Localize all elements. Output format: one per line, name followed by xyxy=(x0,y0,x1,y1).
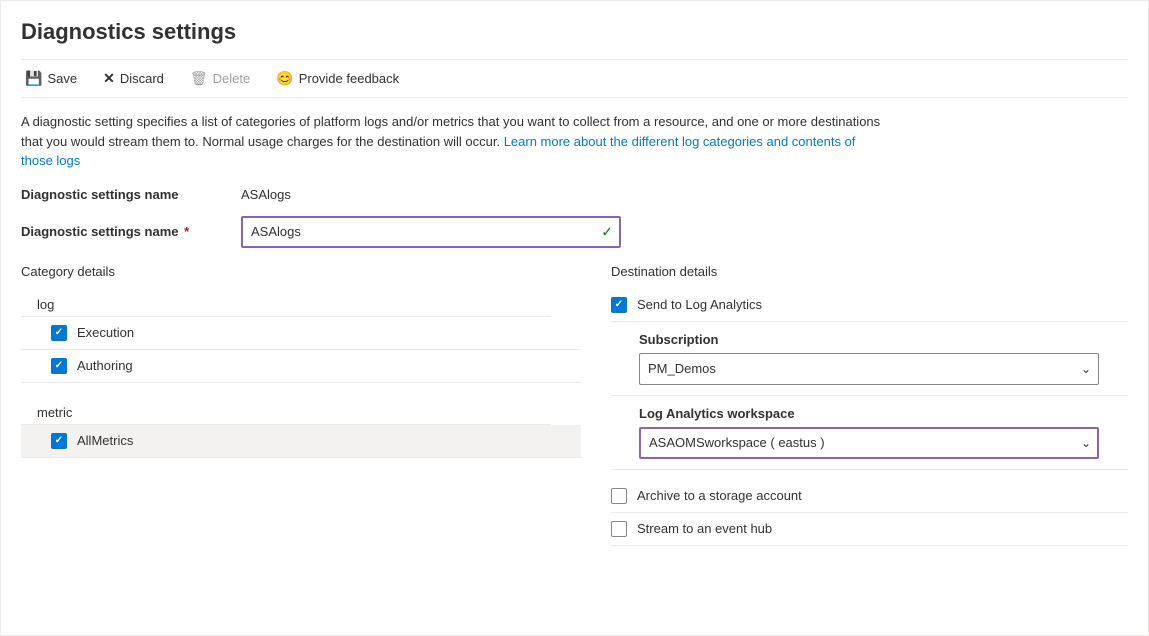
subscription-select[interactable]: PM_Demos xyxy=(639,353,1099,385)
description-text: A diagnostic setting specifies a list of… xyxy=(21,112,881,171)
settings-name-input-wrapper: ✓ xyxy=(241,216,621,248)
send-to-log-analytics-row: Send to Log Analytics xyxy=(611,289,1128,322)
save-icon: 💾 xyxy=(25,70,42,87)
discard-button[interactable]: ✕ Discard xyxy=(99,68,168,89)
required-asterisk: * xyxy=(184,224,189,239)
log-analytics-workspace-select-wrapper: ASAOMSworkspace ( eastus ) ⌄ xyxy=(639,427,1099,459)
category-details-label: Category details xyxy=(21,264,581,279)
stream-event-hub-checkbox[interactable] xyxy=(611,521,627,537)
delete-icon: 🗑 xyxy=(190,70,208,87)
archive-storage-checkbox[interactable] xyxy=(611,488,627,504)
log-group: log Execution Authoring xyxy=(21,289,581,383)
log-analytics-workspace-select[interactable]: ASAOMSworkspace ( eastus ) xyxy=(639,427,1099,459)
save-button[interactable]: 💾 Save xyxy=(21,68,81,89)
diagnostics-settings-page: Diagnostics settings 💾 Save ✕ Discard 🗑 … xyxy=(0,0,1149,636)
stream-event-hub-row: Stream to an event hub xyxy=(611,513,1128,546)
execution-label: Execution xyxy=(77,325,134,340)
subscription-section: Subscription PM_Demos ⌄ xyxy=(611,322,1128,396)
feedback-button[interactable]: 😊 Provide feedback xyxy=(272,68,403,89)
destination-details-label: Destination details xyxy=(611,264,1128,279)
authoring-checkbox[interactable] xyxy=(51,358,67,374)
subscription-label: Subscription xyxy=(639,332,1128,347)
settings-name-static-row: Diagnostic settings name ASAlogs xyxy=(21,187,1128,202)
allmetrics-checkbox[interactable] xyxy=(51,433,67,449)
settings-name-static-value: ASAlogs xyxy=(241,187,291,202)
authoring-label: Authoring xyxy=(77,358,133,373)
metric-group-label: metric xyxy=(21,397,581,424)
send-to-log-analytics-label: Send to Log Analytics xyxy=(637,297,762,312)
log-group-label: log xyxy=(21,289,581,316)
archive-storage-row: Archive to a storage account xyxy=(611,480,1128,513)
page-title: Diagnostics settings xyxy=(21,19,1128,45)
input-valid-icon: ✓ xyxy=(601,223,613,240)
feedback-icon: 😊 xyxy=(276,70,293,87)
list-item: Authoring xyxy=(21,350,581,383)
allmetrics-label: AllMetrics xyxy=(77,433,133,448)
toolbar: 💾 Save ✕ Discard 🗑 Delete 😊 Provide feed… xyxy=(21,59,1128,98)
discard-icon: ✕ xyxy=(103,70,115,87)
list-item: Execution xyxy=(21,317,581,350)
subscription-select-wrapper: PM_Demos ⌄ xyxy=(639,353,1099,385)
delete-button[interactable]: 🗑 Delete xyxy=(186,68,254,89)
send-to-log-analytics-checkbox[interactable] xyxy=(611,297,627,313)
log-analytics-workspace-label: Log Analytics workspace xyxy=(639,406,1128,421)
destination-details-panel: Destination details Send to Log Analytic… xyxy=(581,264,1128,546)
log-analytics-workspace-section: Log Analytics workspace ASAOMSworkspace … xyxy=(611,396,1128,470)
archive-storage-label: Archive to a storage account xyxy=(637,488,802,503)
settings-name-static-label: Diagnostic settings name xyxy=(21,187,241,202)
category-details-panel: Category details log Execution Authoring… xyxy=(21,264,581,546)
main-content: Category details log Execution Authoring… xyxy=(21,264,1128,546)
execution-checkbox[interactable] xyxy=(51,325,67,341)
stream-event-hub-label: Stream to an event hub xyxy=(637,521,772,536)
settings-name-input[interactable] xyxy=(241,216,621,248)
metric-group: metric AllMetrics xyxy=(21,397,581,458)
list-item: AllMetrics xyxy=(21,425,581,458)
settings-name-field-row: Diagnostic settings name * ✓ xyxy=(21,216,1128,248)
settings-name-input-label: Diagnostic settings name * xyxy=(21,224,241,239)
